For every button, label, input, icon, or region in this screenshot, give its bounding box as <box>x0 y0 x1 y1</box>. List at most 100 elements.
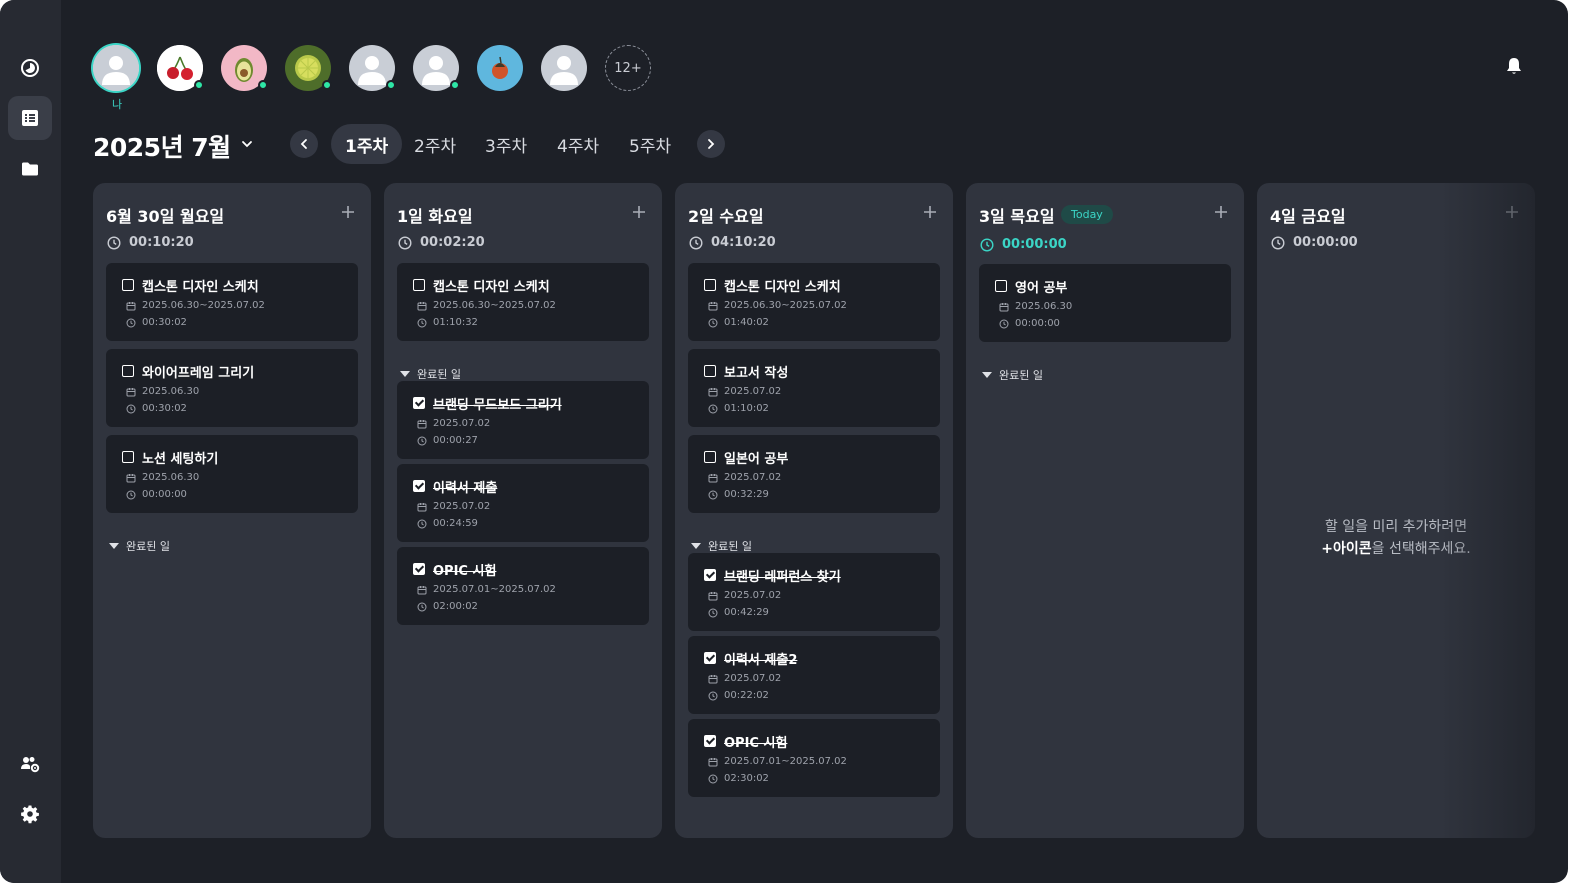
team-settings-button[interactable] <box>8 742 52 786</box>
sidebar <box>0 0 61 883</box>
calendar-icon <box>417 585 427 594</box>
task-card[interactable]: 브랜딩 무드보드 그리기 2025.07.02 00:00:27 <box>397 381 649 459</box>
task-card[interactable]: 보고서 작성 2025.07.02 01:10:02 <box>688 349 940 427</box>
add-task-icon[interactable] <box>339 203 357 221</box>
clock-icon <box>708 490 718 499</box>
task-title: 일본어 공부 <box>724 452 789 467</box>
add-task-icon[interactable] <box>1503 203 1521 221</box>
timer-button[interactable] <box>8 46 52 90</box>
online-indicator <box>322 80 332 90</box>
next-week-button[interactable] <box>697 130 725 158</box>
task-card[interactable]: 와이어프레임 그리기 2025.06.30 00:30:02 <box>106 349 358 427</box>
task-time: 01:40:02 <box>708 317 769 328</box>
task-checkbox[interactable] <box>704 569 716 581</box>
avatar-member[interactable] <box>349 45 396 91</box>
task-checkbox[interactable] <box>413 279 425 291</box>
task-date: 2025.06.30~2025.07.02 <box>126 300 265 311</box>
settings-button[interactable] <box>8 792 52 836</box>
gear-icon <box>21 805 39 824</box>
caret-down-icon <box>400 371 410 377</box>
task-time: 00:00:00 <box>126 489 187 500</box>
calendar-icon <box>126 387 136 396</box>
task-card[interactable]: 이력서 제출 2025.07.02 00:24:59 <box>397 464 649 542</box>
add-task-icon[interactable] <box>1212 203 1230 221</box>
task-time: 02:00:02 <box>417 601 478 612</box>
day-column: 2일 수요일 04:10:20 캡스톤 디자인 스케치 2025.06.30~2025… <box>675 183 953 838</box>
add-task-icon[interactable] <box>630 203 648 221</box>
avatar-member[interactable] <box>541 45 587 91</box>
list-button[interactable] <box>8 96 52 140</box>
task-checkbox[interactable] <box>413 480 425 492</box>
task-date: 2025.06.30~2025.07.02 <box>708 300 847 311</box>
task-card[interactable]: OPIC 시험 2025.07.01~2025.07.02 02:00:02 <box>397 547 649 625</box>
task-checkbox[interactable] <box>122 279 134 291</box>
task-card[interactable]: 캡스톤 디자인 스케치 2025.06.30~2025.07.02 01:10:32 <box>397 263 649 341</box>
task-checkbox[interactable] <box>704 365 716 377</box>
avatar-member-cherry[interactable] <box>157 45 204 91</box>
completed-toggle[interactable]: 완료된 일 <box>400 366 461 382</box>
task-checkbox[interactable] <box>413 397 425 409</box>
folder-button[interactable] <box>8 147 52 191</box>
task-card[interactable]: 노션 세팅하기 2025.06.30 00:00:00 <box>106 435 358 513</box>
task-card[interactable]: 영어 공부 2025.06.30 00:00:00 <box>979 264 1231 342</box>
tab-week-1[interactable]: 1주차 <box>331 124 403 164</box>
task-checkbox[interactable] <box>704 735 716 747</box>
user-icon <box>541 45 587 91</box>
task-title: 영어 공부 <box>1015 281 1068 296</box>
day-total-time: 00:02:20 <box>398 235 485 250</box>
avatar-member-avocado[interactable] <box>221 45 268 91</box>
task-time: 00:22:02 <box>708 690 769 701</box>
tab-week-4[interactable]: 4주차 <box>543 124 613 164</box>
avatar-member-fruit[interactable] <box>477 45 523 91</box>
task-date: 2025.07.02 <box>417 418 490 429</box>
task-title: 이력서 제출2 <box>724 653 798 668</box>
calendar-icon <box>708 473 718 482</box>
completed-toggle[interactable]: 완료된 일 <box>109 538 170 554</box>
bell-icon[interactable] <box>1504 56 1524 76</box>
day-title: 6월 30일 월요일 <box>106 207 225 226</box>
tab-week-5[interactable]: 5주차 <box>615 124 685 164</box>
task-checkbox[interactable] <box>704 451 716 463</box>
task-card[interactable]: OPIC 시험 2025.07.01~2025.07.02 02:30:02 <box>688 719 940 797</box>
day-total-time: 00:00:00 <box>1271 235 1358 250</box>
calendar-icon <box>126 473 136 482</box>
completed-toggle[interactable]: 완료된 일 <box>691 538 752 554</box>
tab-week-3[interactable]: 3주차 <box>471 124 541 164</box>
clock-icon <box>417 602 427 611</box>
task-checkbox[interactable] <box>122 365 134 377</box>
chevron-down-icon[interactable] <box>239 136 255 152</box>
task-checkbox[interactable] <box>995 280 1007 292</box>
calendar-icon <box>417 419 427 428</box>
task-date: 2025.07.02 <box>708 472 781 483</box>
tab-week-2[interactable]: 2주차 <box>400 124 470 164</box>
chevron-right-icon <box>708 139 715 149</box>
avatar-member[interactable] <box>413 45 460 91</box>
task-card[interactable]: 일본어 공부 2025.07.02 00:32:29 <box>688 435 940 513</box>
empty-hint: 할 일을 미리 추가하려면 +아이콘을 선택해주세요. <box>1321 519 1471 557</box>
prev-week-button[interactable] <box>290 130 318 158</box>
task-title: 캡스톤 디자인 스케치 <box>724 280 841 295</box>
clock-icon <box>126 404 136 413</box>
task-title: 보고서 작성 <box>724 366 789 381</box>
day-title: 1일 화요일 <box>397 207 473 226</box>
clock-icon <box>417 436 427 445</box>
task-date: 2025.06.30 <box>126 472 199 483</box>
clock-icon <box>417 318 427 327</box>
task-checkbox[interactable] <box>704 279 716 291</box>
task-title: 캡스톤 디자인 스케치 <box>433 280 550 295</box>
task-card[interactable]: 이력서 제출2 2025.07.02 00:22:02 <box>688 636 940 714</box>
task-date: 2025.06.30 <box>126 386 199 397</box>
task-checkbox[interactable] <box>122 451 134 463</box>
more-members-button[interactable]: 12+ <box>605 45 651 91</box>
task-card[interactable]: 브랜딩 레퍼런스 찾기 2025.07.02 00:42:29 <box>688 553 940 631</box>
task-date: 2025.07.01~2025.07.02 <box>417 584 556 595</box>
task-checkbox[interactable] <box>704 652 716 664</box>
task-card[interactable]: 캡스톤 디자인 스케치 2025.06.30~2025.07.02 00:30:02 <box>106 263 358 341</box>
avatar-member-citrus[interactable] <box>285 45 332 91</box>
task-checkbox[interactable] <box>413 563 425 575</box>
completed-toggle[interactable]: 완료된 일 <box>982 367 1043 383</box>
task-time: 02:30:02 <box>708 773 769 784</box>
task-card[interactable]: 캡스톤 디자인 스케치 2025.06.30~2025.07.02 01:40:02 <box>688 263 940 341</box>
avatar-me[interactable] <box>93 45 139 91</box>
add-task-icon[interactable] <box>921 203 939 221</box>
